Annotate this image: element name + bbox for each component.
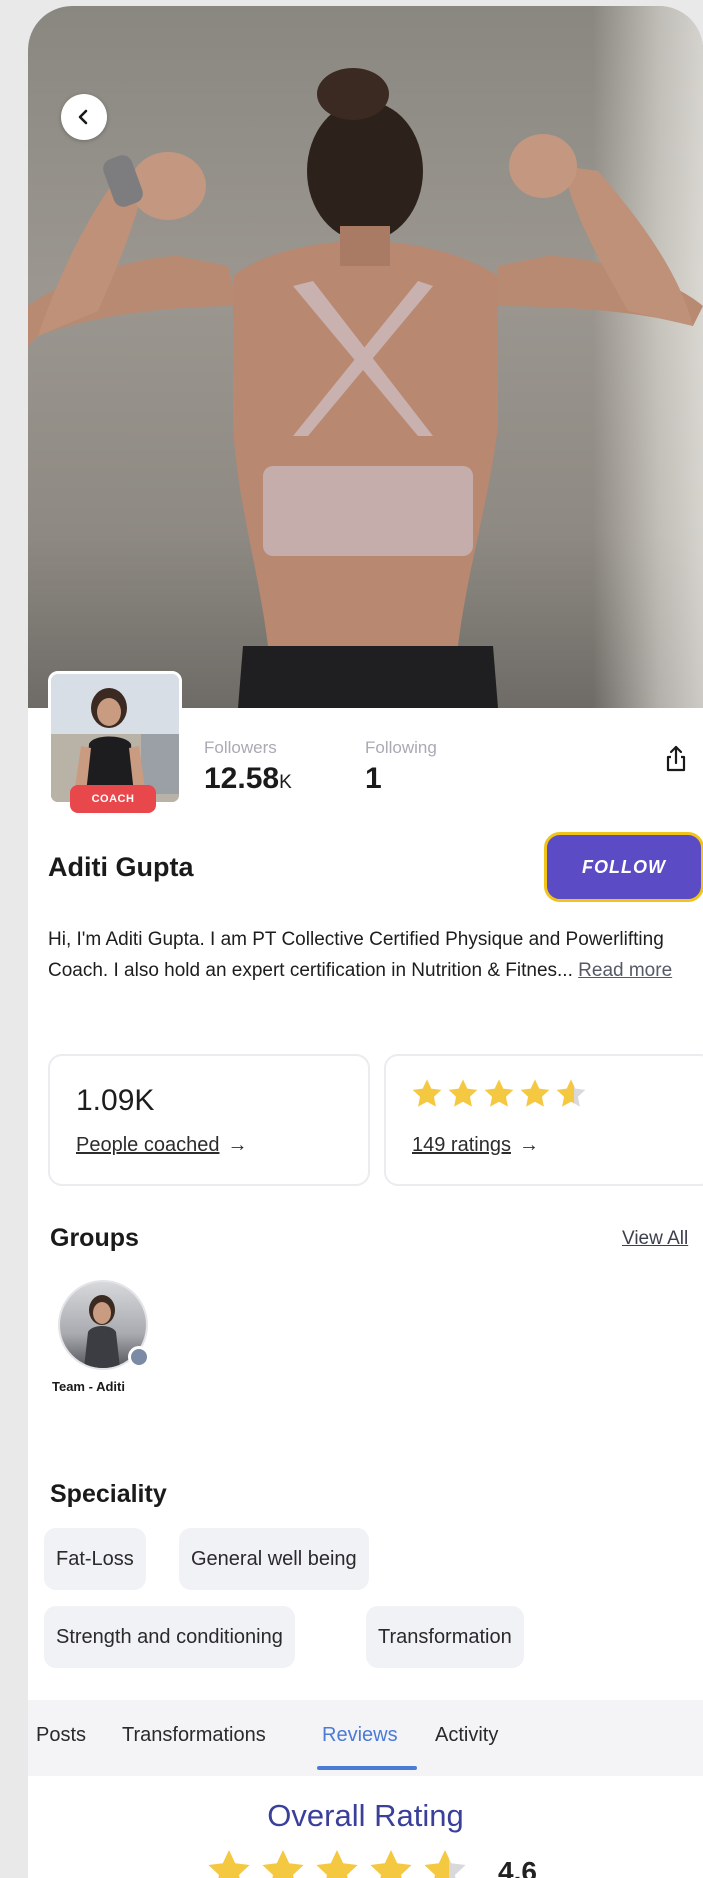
overall-rating-stars [204, 1848, 470, 1878]
overall-rating-title: Overall Rating [267, 1798, 464, 1833]
followers-stat[interactable]: Followers 12.58K [204, 738, 292, 796]
people-coached-card[interactable]: 1.09K People coached → [48, 1054, 370, 1186]
speciality-chip[interactable]: General well being [179, 1528, 369, 1590]
speciality-chip[interactable]: Fat-Loss [44, 1528, 146, 1590]
half-star-icon [424, 1850, 466, 1878]
star-icon [520, 1079, 550, 1107]
speciality-chip[interactable]: Transformation [366, 1606, 524, 1668]
arrow-right-icon: → [227, 1134, 248, 1156]
followers-unit: K [279, 772, 292, 793]
speciality-title: Speciality [50, 1480, 167, 1508]
back-button[interactable] [61, 94, 107, 140]
active-tab-indicator [317, 1766, 417, 1770]
cover-photo [28, 6, 703, 708]
arrow-right-icon: → [518, 1134, 539, 1156]
profile-screen: COACH Followers 12.58K Following 1 Aditi… [28, 6, 703, 1878]
star-icon [448, 1079, 478, 1107]
group-name: Team - Aditi [52, 1379, 125, 1394]
speciality-chip[interactable]: Strength and conditioning [44, 1606, 295, 1668]
followers-value: 12.58K [204, 762, 292, 795]
following-stat[interactable]: Following 1 [365, 738, 437, 796]
star-icon [208, 1850, 250, 1878]
followers-label: Followers [204, 738, 277, 757]
view-all-groups-link[interactable]: View All [622, 1228, 688, 1250]
half-star-icon [556, 1079, 586, 1107]
follow-button[interactable]: FOLLOW [544, 832, 703, 902]
tab-reviews[interactable]: Reviews [322, 1724, 398, 1747]
coached-value: 1.09K [76, 1084, 155, 1117]
coach-badge: COACH [70, 785, 156, 813]
share-icon [666, 745, 686, 772]
cover-photo-figure [28, 68, 703, 708]
groups-title: Groups [50, 1224, 139, 1252]
read-more-link[interactable]: Read more [578, 960, 672, 981]
bio-text: Hi, I'm Aditi Gupta. I am PT Collective … [48, 924, 698, 986]
star-icon [316, 1850, 358, 1878]
following-label: Following [365, 738, 437, 757]
coach-name: Aditi Gupta [48, 852, 194, 882]
ratings-card[interactable]: 149 ratings → [384, 1054, 703, 1186]
star-icon [262, 1850, 304, 1878]
ratings-stars [410, 1078, 588, 1110]
group-badge-icon [128, 1346, 150, 1368]
tab-transformations[interactable]: Transformations [122, 1724, 266, 1747]
ratings-link[interactable]: 149 ratings → [412, 1134, 539, 1157]
tab-posts[interactable]: Posts [36, 1724, 86, 1747]
star-icon [370, 1850, 412, 1878]
bio-body: Hi, I'm Aditi Gupta. I am PT Collective … [48, 929, 664, 981]
chevron-left-icon [78, 109, 88, 125]
star-icon [484, 1079, 514, 1107]
tab-activity[interactable]: Activity [435, 1724, 498, 1747]
avatar-image [51, 674, 179, 802]
people-coached-link[interactable]: People coached → [76, 1134, 247, 1157]
following-value: 1 [365, 762, 382, 795]
overall-rating-value: 4.6 [498, 1856, 537, 1878]
share-button[interactable] [663, 744, 689, 774]
star-icon [412, 1079, 442, 1107]
